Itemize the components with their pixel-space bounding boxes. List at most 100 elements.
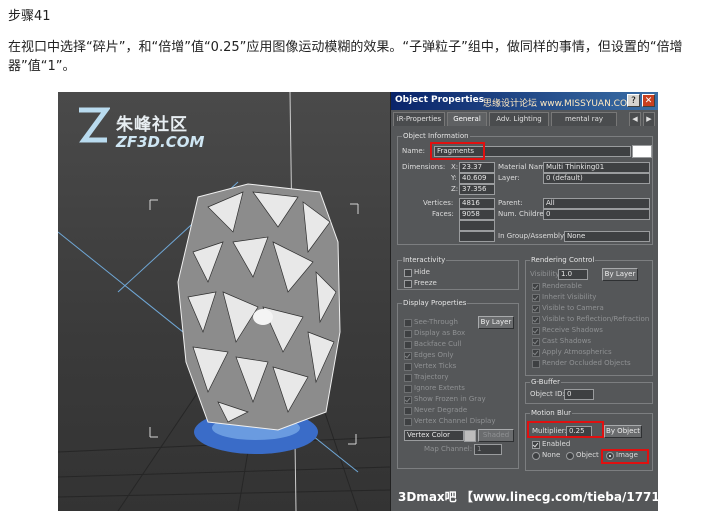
- viewport[interactable]: 朱峰社区 ZF3D.COM: [58, 92, 390, 511]
- step-title: 步骤41: [8, 9, 51, 24]
- visibility-label: Visibility:: [530, 270, 562, 278]
- never-degrade-checkbox[interactable]: [404, 407, 412, 415]
- visible-to-camera-checkbox[interactable]: [532, 305, 540, 313]
- motion-blur-enabled-checkbox[interactable]: [532, 441, 540, 449]
- shaded-button[interactable]: Shaded: [478, 429, 514, 442]
- object-properties-dialog: Object Properties 思缘设计论坛 www.MISSYUAN.CO…: [390, 92, 658, 511]
- tab-scroll-right-icon[interactable]: ▶: [643, 112, 655, 126]
- by-object-button[interactable]: By Object: [604, 425, 642, 438]
- close-button[interactable]: ✕: [642, 94, 655, 107]
- tab-mental-ray[interactable]: mental ray: [551, 112, 617, 126]
- ignore-extents-label: Ignore Extents: [414, 384, 465, 392]
- display-as-box-label: Display as Box: [414, 329, 466, 337]
- motion-blur-label: Motion Blur: [530, 409, 573, 417]
- parent-field[interactable]: All: [543, 198, 650, 209]
- z-field[interactable]: 37.356: [459, 184, 495, 195]
- apply-atmospherics-checkbox[interactable]: [532, 349, 540, 357]
- description: 在视口中选择“碎片”，和“倍增”值“0.25”应用图像运动模糊的效果。“子弹粒子…: [8, 40, 683, 74]
- image-radio-highlight: [601, 449, 649, 464]
- vertex-channel-display-label: Vertex Channel Display: [414, 417, 496, 425]
- rendering-by-layer-button[interactable]: By Layer: [602, 268, 638, 281]
- hide-label: Hide: [414, 268, 430, 276]
- logo-text-cn: 朱峰社区: [116, 115, 188, 135]
- tab-ir-properties[interactable]: iR-Properties: [393, 112, 445, 126]
- tab-general[interactable]: General: [447, 112, 487, 126]
- dimensions-label: Dimensions:: [402, 163, 446, 171]
- display-properties-group: Display Properties By Layer See-Through …: [397, 299, 519, 469]
- interactivity-group: Interactivity Hide Freeze: [397, 256, 519, 290]
- multiplier-highlight: [527, 421, 604, 438]
- receive-shadows-checkbox[interactable]: [532, 327, 540, 335]
- vertex-ticks-checkbox[interactable]: [404, 363, 412, 371]
- blank-field-2[interactable]: [459, 231, 495, 242]
- visible-to-reflection-checkbox[interactable]: [532, 316, 540, 324]
- map-channel-field[interactable]: 1: [474, 444, 502, 455]
- dialog-titlebar[interactable]: Object Properties 思缘设计论坛 www.MISSYUAN.CO…: [391, 92, 658, 110]
- name-highlight: [430, 142, 485, 160]
- freeze-checkbox[interactable]: [404, 280, 412, 288]
- layer-label: Layer:: [498, 174, 520, 182]
- display-by-layer-button[interactable]: By Layer: [478, 316, 514, 329]
- rendering-control-label: Rendering Control: [530, 256, 596, 264]
- gbuffer-group: G-Buffer Object ID: 0: [525, 378, 653, 404]
- backface-cull-checkbox[interactable]: [404, 341, 412, 349]
- in-group-field[interactable]: None: [564, 231, 650, 242]
- motion-blur-enabled-label: Enabled: [542, 440, 571, 448]
- visibility-field[interactable]: 1.0: [558, 269, 588, 280]
- in-group-label: In Group/Assembly:: [498, 232, 566, 240]
- tab-scroll-left-icon[interactable]: ◀: [629, 112, 641, 126]
- render-occluded-checkbox[interactable]: [532, 360, 540, 368]
- visible-to-reflection-label: Visible to Reflection/Refraction: [542, 315, 650, 323]
- rendering-control-group: Rendering Control Visibility: 1.0 By Lay…: [525, 256, 653, 376]
- tab-adv-lighting[interactable]: Adv. Lighting: [489, 112, 549, 126]
- map-channel-label: Map Channel:: [424, 445, 473, 453]
- object-color-swatch[interactable]: [632, 145, 652, 158]
- screenshot-3dsmax: 朱峰社区 ZF3D.COM Object Properties 思缘设计论坛 w…: [58, 92, 658, 511]
- zf-logo-icon: [79, 107, 110, 143]
- layer-field[interactable]: 0 (default): [543, 173, 650, 184]
- x-field[interactable]: 23.37: [459, 162, 495, 173]
- trajectory-label: Trajectory: [414, 373, 449, 381]
- display-properties-label: Display Properties: [402, 299, 468, 307]
- ignore-extents-checkbox[interactable]: [404, 385, 412, 393]
- renderable-checkbox[interactable]: [532, 283, 540, 291]
- object-information-label: Object Information: [402, 132, 470, 140]
- vertex-color-swatch[interactable]: [464, 430, 476, 442]
- dialog-title: Object Properties: [395, 95, 485, 105]
- tab-bar: iR-Properties General Adv. Lighting ment…: [393, 112, 655, 126]
- viewport-scene: [58, 92, 390, 511]
- blur-object-label: Object: [576, 451, 599, 459]
- y-field[interactable]: 40.609: [459, 173, 495, 184]
- blur-none-radio[interactable]: [532, 452, 540, 460]
- blur-object-radio[interactable]: [566, 452, 574, 460]
- num-children-field[interactable]: 0: [543, 209, 650, 220]
- material-name-field[interactable]: Multi Thinking01: [543, 162, 650, 173]
- help-button[interactable]: ?: [627, 94, 640, 107]
- name-label: Name:: [402, 147, 426, 155]
- parent-label: Parent:: [498, 199, 523, 207]
- vertex-channel-display-checkbox[interactable]: [404, 418, 412, 426]
- inherit-visibility-checkbox[interactable]: [532, 294, 540, 302]
- apply-atmospherics-label: Apply Atmospherics: [542, 348, 612, 356]
- object-id-label: Object ID:: [530, 390, 565, 398]
- vertex-color-dropdown[interactable]: Vertex Color: [404, 430, 464, 441]
- show-frozen-gray-checkbox[interactable]: [404, 396, 412, 404]
- never-degrade-label: Never Degrade: [414, 406, 468, 414]
- y-label: Y:: [451, 174, 457, 182]
- vertices-field[interactable]: 4816: [459, 198, 495, 209]
- backface-cull-label: Backface Cull: [414, 340, 462, 348]
- blank-field-1[interactable]: [459, 220, 495, 231]
- object-id-field[interactable]: 0: [564, 389, 594, 400]
- faces-field[interactable]: 9058: [459, 209, 495, 220]
- trajectory-checkbox[interactable]: [404, 374, 412, 382]
- interactivity-label: Interactivity: [402, 256, 447, 264]
- display-as-box-checkbox[interactable]: [404, 330, 412, 338]
- hide-checkbox[interactable]: [404, 269, 412, 277]
- see-through-checkbox[interactable]: [404, 319, 412, 327]
- inherit-visibility-label: Inherit Visibility: [542, 293, 597, 301]
- render-occluded-label: Render Occluded Objects: [542, 359, 631, 367]
- cast-shadows-checkbox[interactable]: [532, 338, 540, 346]
- cast-shadows-label: Cast Shadows: [542, 337, 592, 345]
- vertex-ticks-label: Vertex Ticks: [414, 362, 457, 370]
- edges-only-checkbox[interactable]: [404, 352, 412, 360]
